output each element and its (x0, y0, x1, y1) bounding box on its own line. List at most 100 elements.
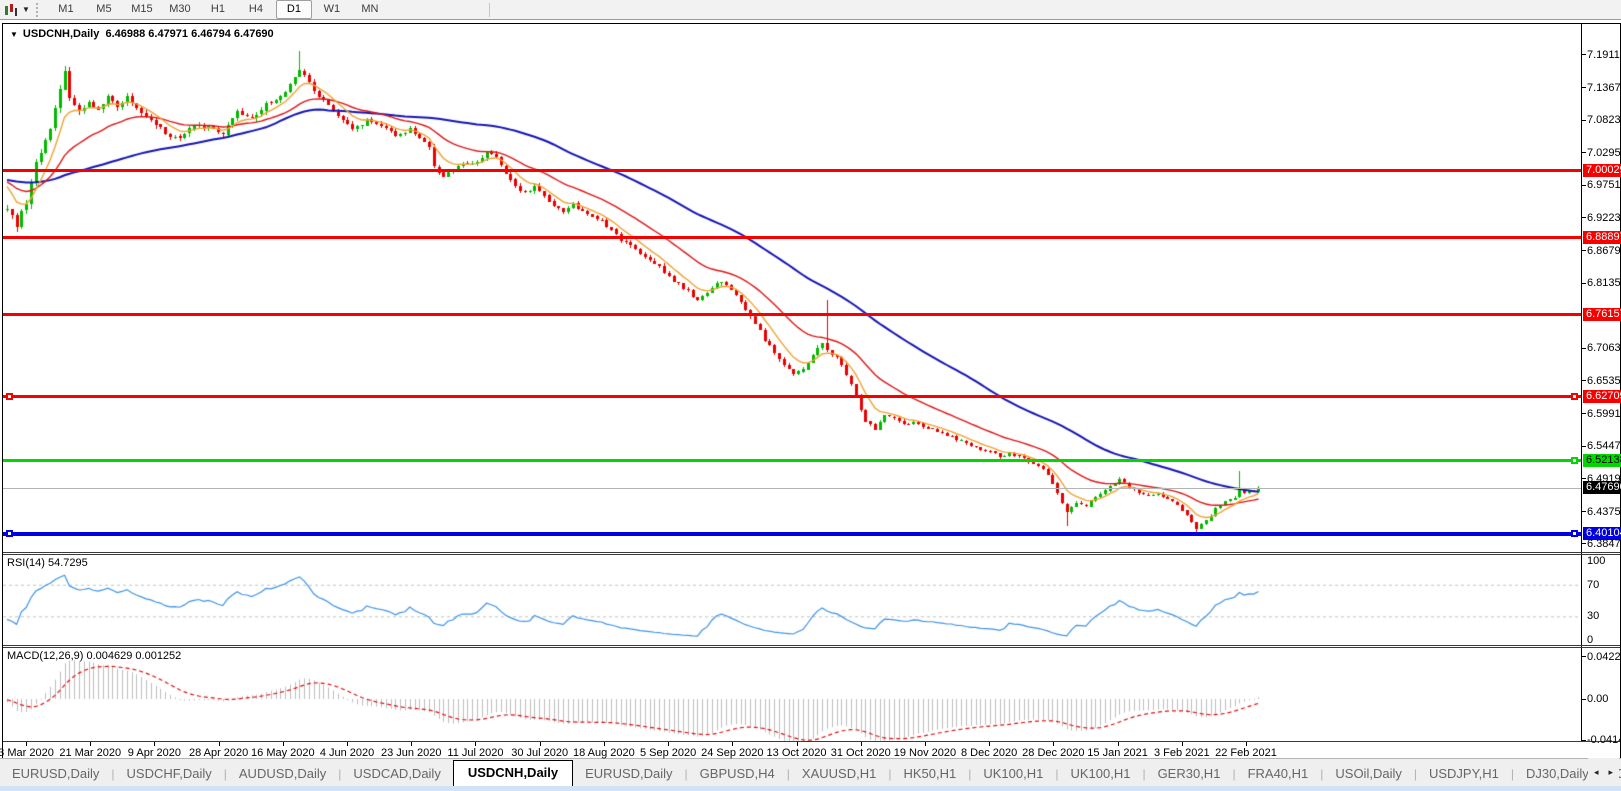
price-tick-label: 7.19110 (1587, 48, 1621, 61)
macd-tick-label: 0.042275 (1587, 650, 1621, 663)
tab-scroll-arrows: ◂ ▸ (1587, 758, 1619, 786)
timeframe-toolbar: ▼ M1 M5 M15 M30 H1 H4 D1 W1 MN (0, 0, 1621, 20)
level-price-badge: 6.76157 (1583, 308, 1621, 322)
date-tick (1245, 742, 1247, 746)
price-tick (1582, 478, 1586, 479)
chart-canvas[interactable] (3, 24, 1620, 759)
price-tick (1582, 445, 1586, 447)
toolbar-drag-grip[interactable] (35, 2, 41, 17)
line-right-handle[interactable] (1571, 530, 1578, 538)
date-tick (603, 742, 605, 746)
date-tick-label: 5 Sep 2020 (639, 747, 697, 759)
level-price-badge: 6.40104 (1583, 527, 1621, 541)
chart-tab-usdcnhdaily[interactable]: USDCNH,Daily (452, 760, 574, 787)
horizontal-level-line[interactable] (3, 459, 1581, 463)
date-tick-label: 21 Mar 2020 (59, 747, 122, 759)
timeframe-button-w1[interactable]: W1 (314, 0, 350, 19)
line-left-handle[interactable] (6, 393, 13, 401)
timeframe-button-m15[interactable]: M15 (124, 0, 160, 19)
chart-tab-uk100h1[interactable]: UK100,H1 (1058, 762, 1142, 787)
price-tick-label: 7.08230 (1587, 114, 1621, 127)
rsi-tick-label: 70 (1587, 578, 1600, 591)
collapse-arrow-icon[interactable]: ▼ (10, 30, 18, 39)
date-tick (218, 742, 220, 746)
tab-scroll-left-icon[interactable]: ◂ (1594, 767, 1599, 778)
macd-pane-divider[interactable] (3, 645, 1620, 648)
timeframe-button-d1[interactable]: D1 (275, 0, 312, 19)
chart-tab-eurusddaily[interactable]: EURUSD,Daily (0, 762, 111, 787)
chart-tab-usoildaily[interactable]: USOil,Daily (1323, 762, 1413, 787)
price-tick-label: 7.02950 (1587, 146, 1621, 159)
date-tick-label: 23 Jun 2020 (380, 747, 442, 759)
date-tick (282, 742, 284, 746)
chart-tab-usdjpyh1[interactable]: USDJPY,H1 (1417, 762, 1511, 787)
date-tick-label: 16 May 2020 (251, 747, 315, 759)
price-tick-label: 6.92230 (1587, 211, 1621, 224)
line-left-handle[interactable] (6, 530, 13, 538)
date-tick-label: 11 Jul 2020 (447, 747, 504, 759)
chart-tab-hk50h1[interactable]: HK50,H1 (891, 762, 968, 787)
price-tick (1582, 119, 1586, 121)
price-tick (1582, 87, 1586, 88)
level-price-badge: 6.52138 (1583, 454, 1621, 468)
horizontal-level-line[interactable] (3, 531, 1581, 536)
price-tick-label: 6.86790 (1587, 244, 1621, 257)
timeframe-button-h4[interactable]: H4 (238, 0, 274, 19)
chart-tab-eurusddaily[interactable]: EURUSD,Daily (573, 762, 684, 787)
rsi-pane-divider[interactable] (3, 552, 1620, 555)
price-tick-label: 6.65350 (1587, 374, 1621, 387)
macd-tick-label: -0.04148 (1587, 734, 1621, 747)
date-tick-label: 4 Jun 2020 (319, 747, 375, 759)
date-tick-label: 31 Oct 2020 (830, 747, 891, 759)
chart-tab-usdcaddaily[interactable]: USDCAD,Daily (341, 762, 452, 787)
timeframe-button-mn[interactable]: MN (352, 0, 388, 19)
chart-tab-uk100h1[interactable]: UK100,H1 (971, 762, 1055, 787)
price-tick (1582, 250, 1586, 251)
horizontal-level-line[interactable] (3, 236, 1581, 240)
timeframe-button-m5[interactable]: M5 (86, 0, 122, 19)
chart-tab-fra40h1[interactable]: FRA40,H1 (1236, 762, 1321, 787)
price-axis-separator (1581, 24, 1582, 741)
date-tick (668, 742, 670, 746)
chart-tab-gbpusdh4[interactable]: GBPUSD,H4 (688, 762, 787, 787)
timeframe-buttons: M1 M5 M15 M30 H1 H4 D1 W1 MN (47, 0, 389, 19)
date-tick (475, 742, 477, 746)
chart-window: ▼ USDCNH,Daily 6.46988 6.47971 6.46794 6.… (0, 23, 1621, 760)
timeframe-button-m1[interactable]: M1 (48, 0, 84, 19)
rsi-label: RSI(14) 54.7295 (7, 557, 88, 569)
price-tick (1582, 380, 1586, 382)
date-tick-label: 18 Aug 2020 (572, 747, 635, 759)
date-tick-label: 8 Dec 2020 (961, 747, 1018, 759)
mt4-terminal: { "toolbar": { "chart_mode_icon": "chart… (0, 0, 1621, 791)
tab-scroll-right-icon[interactable]: ▸ (1608, 767, 1613, 778)
chart-tab-usdchfdaily[interactable]: USDCHF,Daily (115, 762, 224, 787)
horizontal-level-line[interactable] (3, 395, 1581, 399)
chart-tab-ger30h1[interactable]: GER30,H1 (1146, 762, 1233, 787)
rsi-tick-label: 0 (1587, 634, 1594, 646)
timeframe-button-h1[interactable]: H1 (200, 0, 236, 19)
chart-tab-xauusdh1[interactable]: XAUUSD,H1 (790, 762, 888, 787)
price-tick (1582, 511, 1586, 512)
date-tick (539, 742, 541, 746)
line-right-handle[interactable] (1571, 457, 1578, 465)
current-price-line (3, 487, 1581, 489)
rsi-tick-label: 100 (1587, 555, 1606, 567)
level-price-badge: 7.00029 (1583, 163, 1621, 177)
price-tick (1582, 413, 1586, 414)
macd-tick-label: 0.00 (1587, 693, 1609, 705)
price-tick-label: 6.43750 (1587, 505, 1621, 518)
chart-tab-audusddaily[interactable]: AUDUSD,Daily (227, 762, 338, 787)
line-right-handle[interactable] (1571, 393, 1578, 401)
horizontal-level-line[interactable] (3, 168, 1581, 172)
price-tick (1582, 543, 1586, 545)
price-tick-label: 6.70630 (1587, 342, 1621, 355)
price-tick (1582, 282, 1586, 284)
horizontal-level-line[interactable] (3, 313, 1581, 317)
timeframe-button-m30[interactable]: M30 (162, 0, 198, 19)
date-tick (732, 742, 734, 746)
chevron-down-icon[interactable]: ▼ (22, 5, 30, 14)
chart-type-icon[interactable] (3, 3, 19, 17)
price-tick-label: 6.59910 (1587, 407, 1621, 420)
date-tick (411, 742, 413, 746)
date-tick-label: 3 Feb 2021 (1153, 747, 1210, 759)
